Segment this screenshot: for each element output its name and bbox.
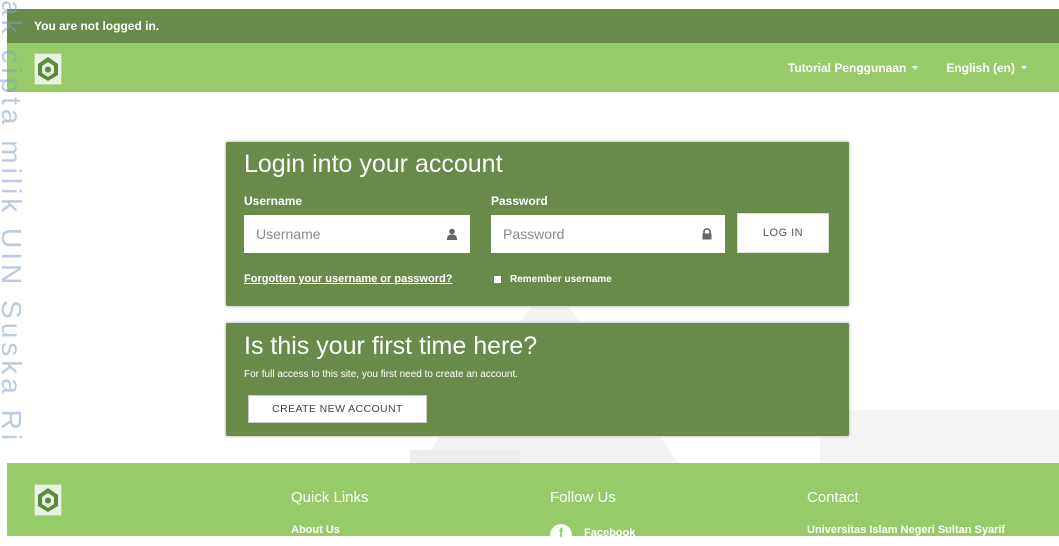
user-icon [446, 228, 458, 240]
language-menu-label: English (en) [946, 60, 1015, 75]
password-label: Password [491, 194, 548, 208]
login-panel: Login into your account Username Passwor… [225, 141, 850, 307]
lock-icon [702, 228, 712, 240]
password-field[interactable] [491, 214, 725, 254]
signup-title: Is this your first time here? [244, 332, 538, 360]
remember-username-checkbox[interactable] [494, 276, 501, 283]
login-button[interactable]: LOG IN [737, 213, 829, 253]
quick-links-heading: Quick Links [291, 489, 369, 506]
login-status-text: You are not logged in. [34, 19, 160, 33]
password-input[interactable] [501, 214, 701, 254]
footer-link-about-us[interactable]: About Us [291, 524, 340, 536]
remember-username: Remember username [494, 274, 612, 285]
username-label: Username [244, 194, 303, 208]
signup-description: For full access to this site, you first … [244, 369, 519, 380]
username-field[interactable] [244, 214, 470, 254]
follow-us-heading: Follow Us [550, 489, 616, 506]
caret-down-icon [1021, 65, 1027, 70]
login-title: Login into your account [244, 150, 503, 178]
username-input[interactable] [254, 214, 446, 254]
contact-address: Universitas Islam Negeri Sultan Syarif [807, 524, 1006, 536]
nav-menu-tutorial[interactable]: Tutorial Penggunaan [787, 60, 919, 75]
footer-logo [34, 484, 62, 516]
footer: Quick Links About Us Follow Us f Faceboo… [7, 463, 1059, 546]
nav-menu-tutorial-label: Tutorial Penggunaan [787, 60, 907, 75]
facebook-link[interactable]: Facebook [584, 527, 635, 539]
top-navbar: Tutorial Penggunaan English (en) [7, 43, 1059, 92]
login-status-bar: You are not logged in. [7, 9, 1059, 43]
facebook-icon[interactable]: f [550, 524, 572, 546]
caret-down-icon [912, 65, 919, 70]
create-account-button[interactable]: CREATE NEW ACCOUNT [248, 395, 427, 423]
language-menu[interactable]: English (en) [946, 61, 1027, 75]
forgot-credentials-link[interactable]: Forgotten your username or password? [244, 273, 452, 285]
site-logo[interactable] [34, 53, 62, 85]
contact-heading: Contact [807, 489, 859, 506]
remember-username-label: Remember username [510, 274, 612, 285]
signup-panel: Is this your first time here? For full a… [225, 322, 850, 437]
